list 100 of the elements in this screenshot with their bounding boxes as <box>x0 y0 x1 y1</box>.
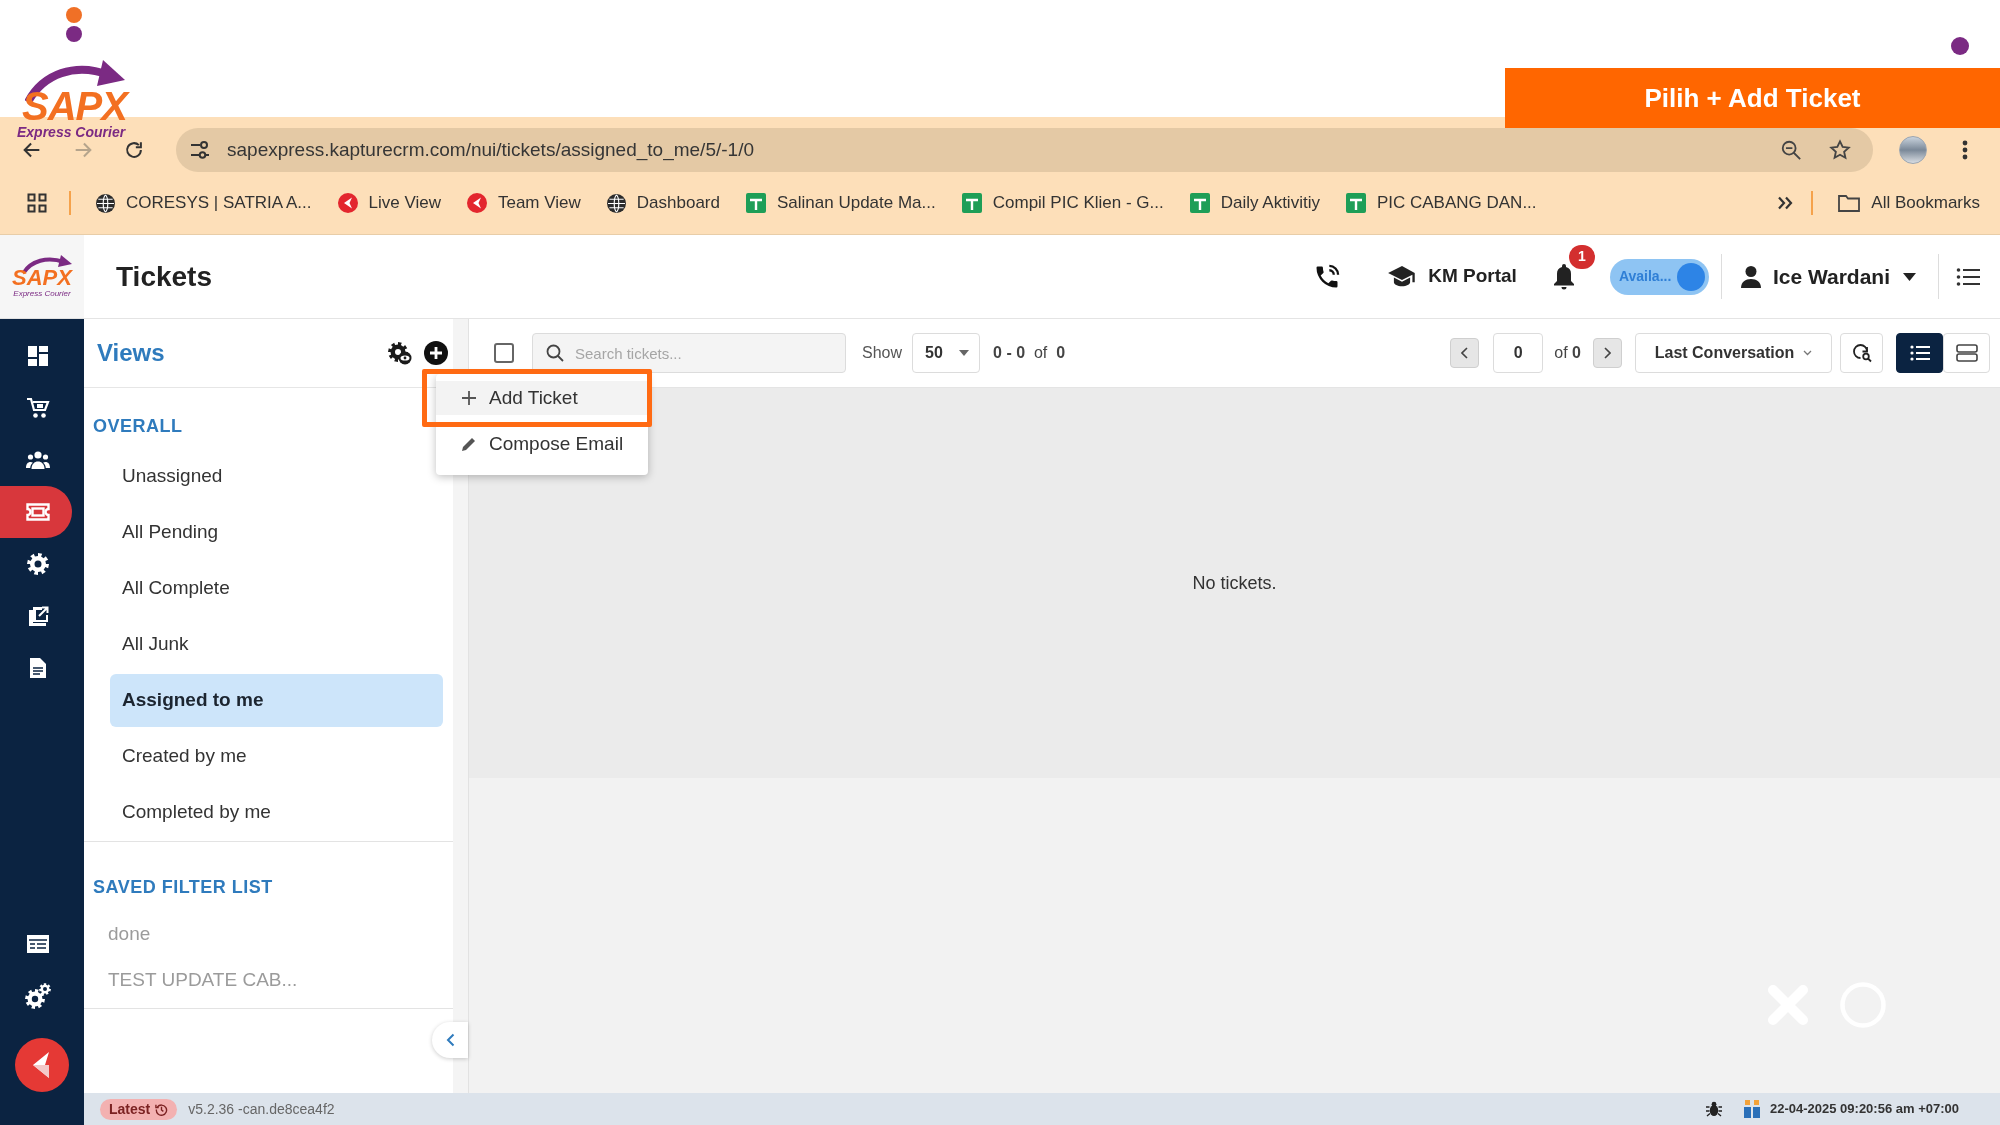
all-bookmarks-button[interactable]: All Bookmarks <box>1838 190 1980 216</box>
view-item[interactable]: Assigned to me <box>110 674 443 727</box>
chevron-left-icon <box>1461 347 1469 359</box>
view-item[interactable]: All Pending <box>110 506 443 559</box>
page-title: Tickets <box>116 259 212 294</box>
page-size-select[interactable]: 50 <box>912 333 981 373</box>
dashboard-icon <box>27 345 49 367</box>
chevron-left-icon <box>445 1033 455 1047</box>
search-refresh-button[interactable] <box>1840 333 1883 373</box>
km-portal-link[interactable]: KM Portal <box>1388 262 1517 291</box>
users-icon <box>26 450 50 470</box>
cart-icon <box>26 397 50 419</box>
reload-icon[interactable] <box>123 139 145 161</box>
add-icon[interactable] <box>424 341 448 365</box>
spreadsheet-icon <box>1345 193 1366 213</box>
menu-item[interactable]: Compose Email <box>436 427 648 461</box>
plus-icon <box>461 390 477 406</box>
nav-button[interactable] <box>0 486 72 538</box>
more-icon[interactable] <box>1962 140 1968 160</box>
view-item[interactable]: Created by me <box>110 730 443 783</box>
app-logo-icon[interactable] <box>15 1038 69 1092</box>
history-icon <box>155 1102 169 1116</box>
sort-dropdown[interactable]: Last Conversation <box>1635 333 1832 373</box>
user-icon <box>1740 265 1761 288</box>
double-chevron-icon[interactable] <box>1777 196 1794 210</box>
chevron-right-icon <box>1604 347 1611 359</box>
settings-icon <box>27 553 49 575</box>
pencil-icon <box>461 436 477 452</box>
menu-icon[interactable] <box>1956 266 1980 287</box>
spreadsheet-icon <box>745 193 766 213</box>
star-icon[interactable] <box>1829 139 1851 161</box>
address-bar[interactable]: sapexpress.kapturecrm.com/nui/tickets/assigned_to_me/5/-1/0 <box>176 128 1873 172</box>
bookmark[interactable]: PIC CABANG DAN... <box>1345 190 1537 216</box>
dot-icon <box>66 7 82 23</box>
caret-down-icon <box>959 350 970 356</box>
globe-icon <box>606 193 626 213</box>
bell-icon[interactable] <box>1552 263 1575 290</box>
logo-wordmark: SAPX <box>12 267 72 289</box>
notification-count: 1 <box>1568 244 1595 269</box>
select-all-checkbox[interactable] <box>494 343 514 363</box>
rows-icon <box>1955 344 1978 362</box>
apps-icon[interactable] <box>27 193 47 213</box>
site-logo-icon <box>466 193 487 213</box>
timestamp: 22-04-2025 09:20:56 am +07:00 <box>1770 1100 1959 1119</box>
globe-icon <box>96 193 115 213</box>
folder-icon <box>1838 194 1861 212</box>
bookmark[interactable]: CORESYS | SATRIA A... <box>96 190 312 216</box>
team-icon[interactable] <box>1744 1100 1760 1118</box>
graduation-cap-icon <box>1388 265 1417 288</box>
logo-tagline: Express Courier <box>13 290 71 298</box>
bug-icon[interactable] <box>1706 1101 1722 1117</box>
previous-page-button[interactable] <box>1450 338 1480 368</box>
show-label: Show <box>862 343 903 363</box>
spreadsheet-icon <box>1189 193 1210 213</box>
view-item[interactable]: All Complete <box>110 562 443 615</box>
bookmark[interactable]: Salinan Update Ma... <box>745 190 936 216</box>
views-title: Views <box>97 338 165 368</box>
chevron-down-icon <box>1803 350 1813 356</box>
user-menu[interactable]: Ice Wardani <box>1740 260 1916 293</box>
search-icon <box>546 344 564 362</box>
ticket-icon <box>26 503 50 521</box>
site-logo-icon <box>337 193 358 213</box>
page-number-field[interactable]: 0 <box>1493 333 1544 373</box>
menu-item[interactable]: Add Ticket <box>436 381 648 415</box>
document-icon <box>29 657 47 679</box>
empty-message: No tickets. <box>1192 571 1277 595</box>
spreadsheet-icon <box>961 193 982 213</box>
section-heading: OVERALL <box>92 415 184 437</box>
result-range: 0 - 0 of 0 <box>993 343 1066 363</box>
bookmark[interactable]: Daily Aktivitiy <box>1189 190 1320 216</box>
profile-avatar[interactable] <box>1899 136 1927 164</box>
page-total: of 0 <box>1554 343 1581 363</box>
section-heading: SAVED FILTER LIST <box>92 876 274 898</box>
bookmark[interactable]: Dashboard <box>606 190 720 216</box>
next-page-button[interactable] <box>1593 338 1622 368</box>
list-icon <box>1909 345 1930 361</box>
view-item[interactable]: All Junk <box>110 618 443 671</box>
instruction-banner: Pilih + Add Ticket <box>1505 68 2000 128</box>
view-item[interactable]: Completed by me <box>110 786 443 839</box>
dot-icon <box>66 26 82 42</box>
search-field[interactable]: Search tickets... <box>532 333 846 373</box>
tune-icon[interactable] <box>188 138 212 162</box>
search-refresh-icon <box>1851 343 1872 363</box>
caret-down-icon <box>1903 272 1916 281</box>
view-mode-button[interactable] <box>1896 333 1943 373</box>
collapse-button[interactable] <box>432 1022 468 1058</box>
version-text: v5.2.36 -can.de8cea4f2 <box>188 1099 335 1119</box>
settings-icon[interactable] <box>388 341 412 365</box>
url-text: sapexpress.kapturecrm.com/nui/tickets/assigned_to_me/5/-1/0 <box>227 137 754 163</box>
bookmark[interactable]: Team View <box>466 190 581 216</box>
badge-label: Latest <box>109 1099 151 1119</box>
gears-icon <box>25 983 51 1009</box>
bookmark[interactable]: Live View <box>337 190 441 216</box>
bookmark[interactable]: Compil PIC Klien - G... <box>961 190 1164 216</box>
document-arrow-icon <box>27 605 49 627</box>
dot-icon <box>1951 37 1969 55</box>
table-icon <box>26 934 50 954</box>
zoom-out-icon[interactable] <box>1780 139 1802 161</box>
toggle-knob <box>1676 262 1705 291</box>
logo-tagline: Express Courier <box>17 125 126 139</box>
